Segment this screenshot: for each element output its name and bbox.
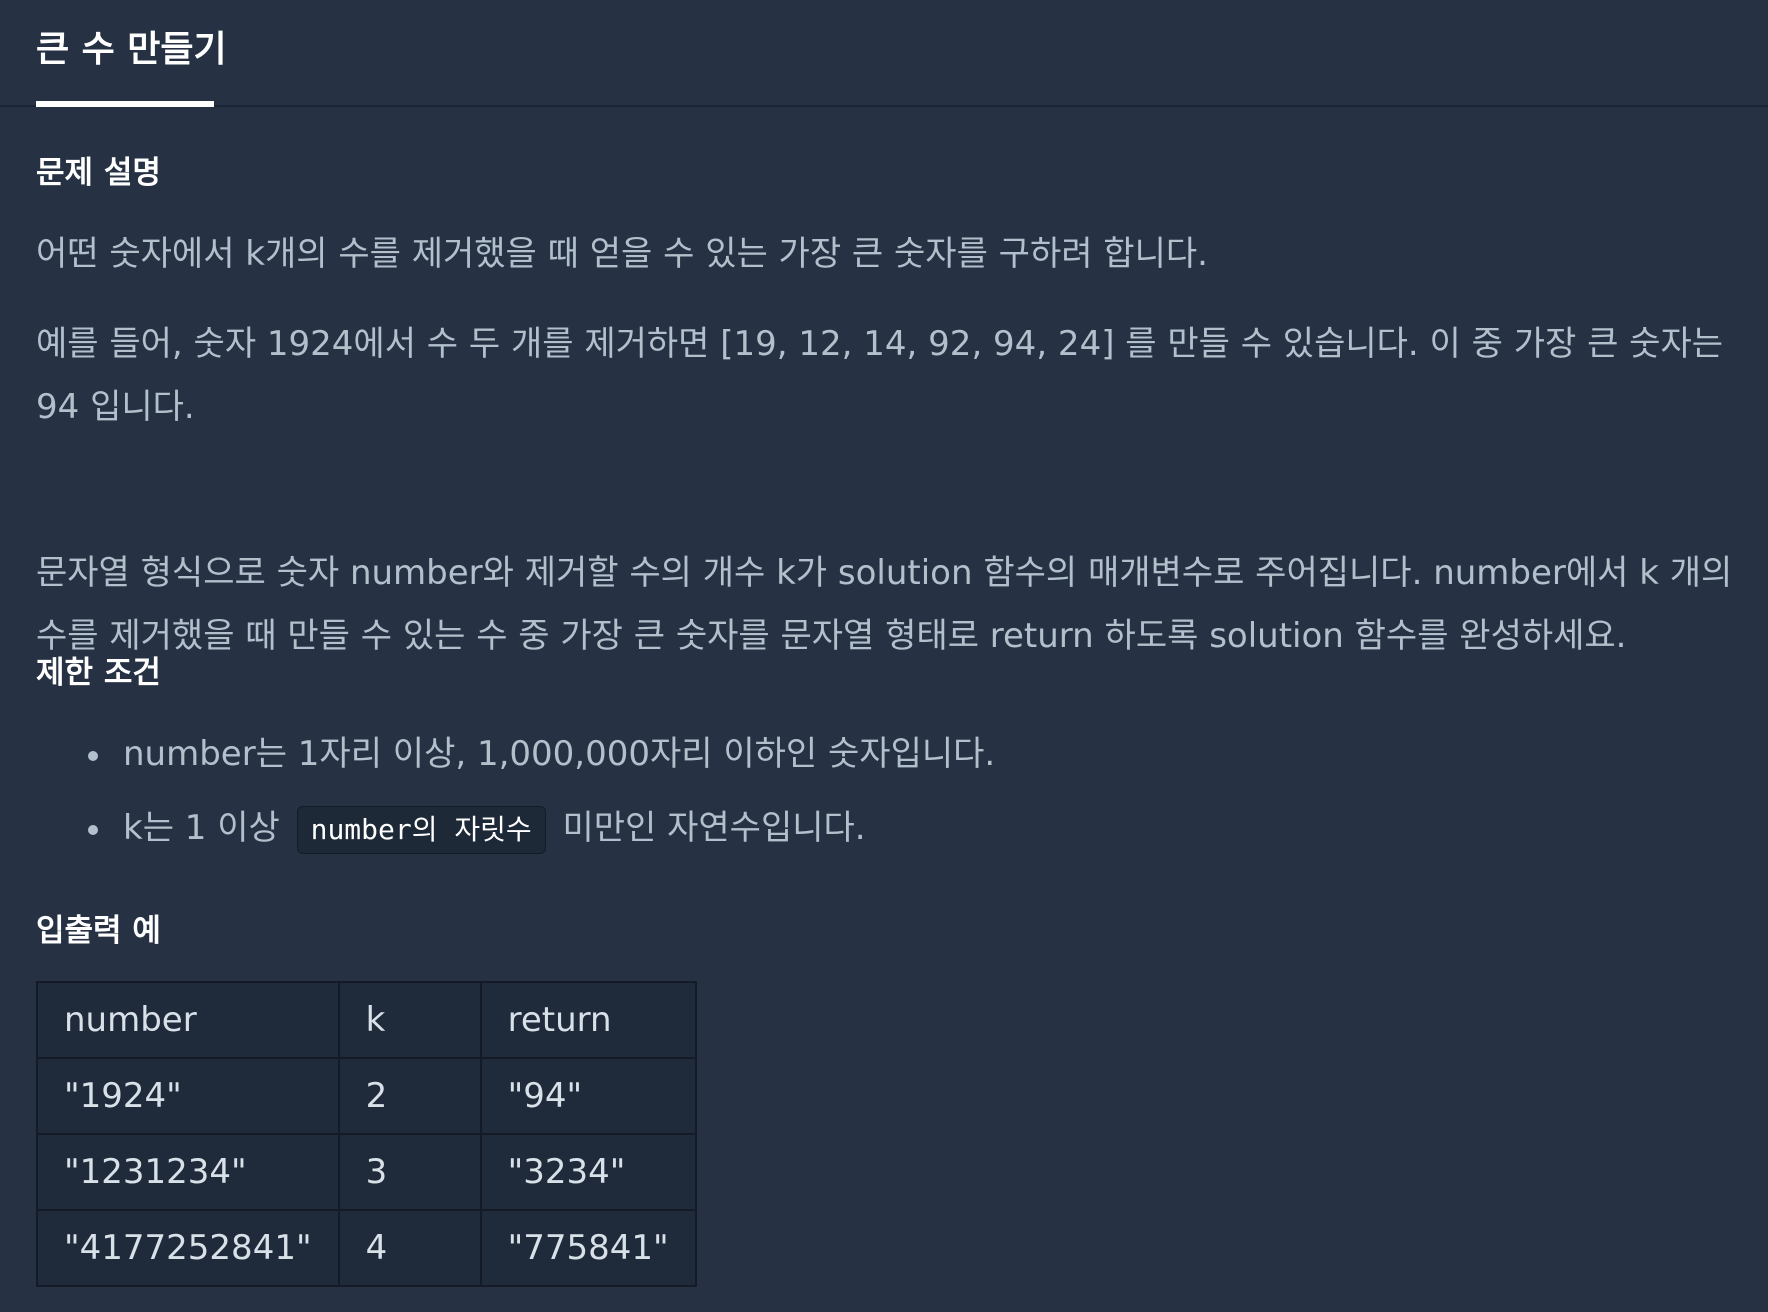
constraint-item: k는 1 이상 number의 자릿수 미만인 자연수입니다.	[36, 791, 995, 865]
constraint-text-suffix: 미만인 자연수입니다.	[562, 808, 866, 848]
table-header-row: number k return	[36, 981, 697, 1059]
cell-return: "3234"	[479, 1133, 697, 1211]
column-header-return: return	[479, 981, 697, 1059]
cell-number: "1924"	[36, 1057, 340, 1135]
column-header-number: number	[36, 981, 340, 1059]
constraints-heading: 제한 조건	[36, 655, 161, 691]
cell-number: "1231234"	[36, 1133, 340, 1211]
table-row: "4177252841" 4 "775841"	[36, 1209, 697, 1287]
description-paragraph-3: 문자열 형식으로 숫자 number와 제거할 수의 개수 k가 solutio…	[36, 553, 1733, 656]
description-paragraph-1: 어떤 숫자에서 k개의 수를 제거했을 때 얻을 수 있는 가장 큰 숫자를 구…	[36, 234, 1208, 274]
examples-table: number k return "1924" 2 "94" "1231234" …	[36, 981, 697, 1287]
cell-k: 3	[337, 1133, 482, 1211]
cell-return: "94"	[479, 1057, 697, 1135]
examples-heading: 입출력 예	[36, 913, 161, 949]
constraints-list: number는 1자리 이상, 1,000,000자리 이하인 숫자입니다. k…	[36, 717, 995, 865]
tab-problem-title[interactable]: 큰 수 만들기	[36, 0, 227, 107]
column-header-k: k	[337, 981, 482, 1059]
cell-k: 2	[337, 1057, 482, 1135]
description-heading: 문제 설명	[36, 155, 161, 191]
cell-k: 4	[337, 1209, 482, 1287]
active-tab-indicator	[36, 101, 214, 107]
table-row: "1231234" 3 "3234"	[36, 1133, 697, 1211]
constraint-text-prefix: k는 1 이상	[123, 808, 280, 848]
description-paragraph-2: 예를 들어, 숫자 1924에서 수 두 개를 제거하면 [19, 12, 14…	[36, 324, 1724, 427]
inline-code: number의 자릿수	[296, 805, 546, 854]
tab-bar: 큰 수 만들기	[0, 0, 1768, 107]
cell-number: "4177252841"	[36, 1209, 340, 1287]
constraint-text: number는 1자리 이상, 1,000,000자리 이하인 숫자입니다.	[123, 734, 996, 774]
cell-return: "775841"	[479, 1209, 697, 1287]
constraint-item: number는 1자리 이상, 1,000,000자리 이하인 숫자입니다.	[36, 717, 995, 791]
table-row: "1924" 2 "94"	[36, 1057, 697, 1135]
